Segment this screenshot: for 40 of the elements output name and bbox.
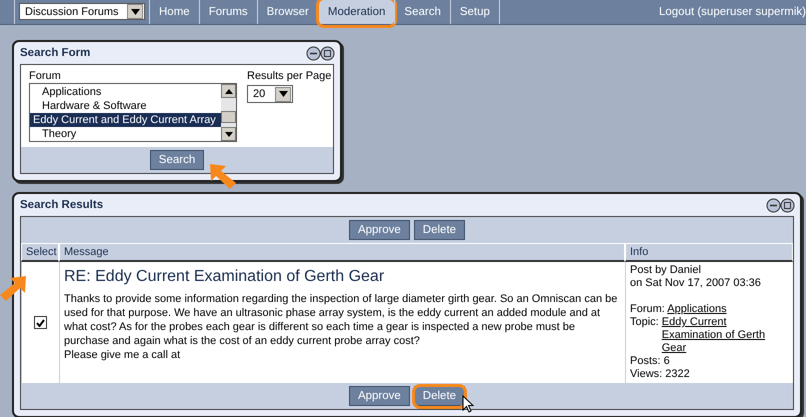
topic-link[interactable]: Eddy Current Examination of Gerth Gear [662, 316, 789, 355]
forum-option[interactable]: Hardware & Software [30, 99, 221, 113]
forum-option[interactable]: Eddy Current and Eddy Current Array [30, 113, 221, 127]
column-header: Info [625, 243, 793, 262]
search-button[interactable]: Search [150, 150, 204, 170]
panel-title: Search Form [20, 47, 90, 59]
scroll-down-arrow-icon[interactable] [224, 132, 232, 136]
topic-label: Topic: [630, 316, 659, 330]
forum-label: Forum [29, 70, 62, 82]
select-checkbox[interactable] [34, 316, 47, 329]
results-per-page-dropdown[interactable]: 20 [247, 85, 293, 103]
column-header: Select [21, 243, 59, 262]
message-text: Thanks to provide some information regarding the inspection of large diameter girth gear. So an Omniscan can be used for that purpose. We have an ultrasonic phase array system, is the eddy current an added module and at what cost? As for the probes each gear is different so each time a gear is inspected a new probe must be purchase and again what is the cost of an eddy current probe array cost? [64, 292, 618, 348]
column-header: Message [59, 243, 625, 262]
views-count: Views: 2322 [630, 368, 691, 381]
window-buttons-icon[interactable] [306, 46, 336, 60]
forum-option[interactable]: Applications [30, 85, 221, 99]
panel-title: Search Results [20, 199, 104, 211]
nav-tab[interactable]: Search [394, 0, 450, 24]
forum-link[interactable]: Applications [667, 303, 727, 315]
logout-link[interactable]: Logout (superuser supermik) [658, 0, 806, 24]
message-title[interactable]: RE: Eddy Current Examination of Gerth Gear [64, 268, 621, 286]
window-buttons-icon[interactable] [766, 198, 796, 212]
nav-tab[interactable]: Setup [450, 0, 499, 24]
forum-dropdown[interactable]: Discussion Forums [19, 3, 145, 20]
forum-label: Forum: [630, 303, 665, 315]
nav-tab[interactable]: Home [149, 0, 199, 24]
scroll-up-arrow-icon[interactable] [224, 88, 232, 94]
forum-option[interactable]: Theory [30, 127, 221, 141]
nav-tab[interactable]: Browser [256, 0, 318, 24]
action-button[interactable]: Approve [348, 220, 410, 240]
action-button[interactable]: Delete [414, 220, 466, 240]
action-button[interactable]: Approve [348, 386, 410, 406]
post-date: on Sat Nov 17, 2007 03:36 [630, 277, 762, 290]
scrollbar[interactable] [221, 84, 236, 141]
nav-tab[interactable]: Forums [198, 0, 257, 24]
message-text: Please give me a call at [64, 348, 182, 362]
post-author: Post by Daniel [630, 264, 702, 277]
posts-count: Posts: 6 [630, 355, 671, 368]
results-per-page-label: Results per Page [247, 70, 332, 82]
